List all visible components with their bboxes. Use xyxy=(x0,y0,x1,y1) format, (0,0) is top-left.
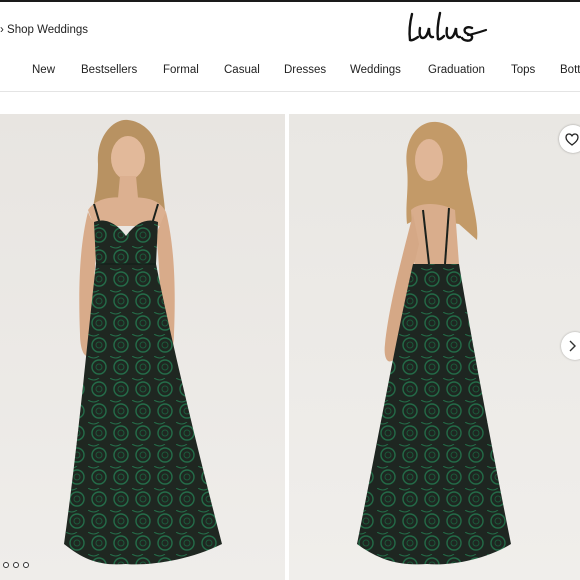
header-divider xyxy=(0,91,580,92)
heart-icon xyxy=(565,132,579,146)
shop-weddings-link[interactable]: › Shop Weddings xyxy=(0,24,88,36)
product-image-front[interactable] xyxy=(0,114,285,580)
promo-text: › Shop Weddings xyxy=(0,24,89,36)
nav-item-bestsellers[interactable]: Bestsellers xyxy=(81,64,137,76)
nav-item-tops[interactable]: Tops xyxy=(511,64,535,76)
nav-item-dresses[interactable]: Dresses xyxy=(284,64,326,76)
top-border xyxy=(0,0,580,2)
lulus-logo-mark: lulus xyxy=(408,11,488,42)
nav-item-weddings[interactable]: Weddings xyxy=(350,64,401,76)
lulus-logo[interactable]: lulus xyxy=(406,8,490,48)
gallery-pagination xyxy=(3,562,29,568)
favorite-button[interactable] xyxy=(559,125,580,153)
model-back-illustration xyxy=(289,114,580,580)
nav-item-formal[interactable]: Formal xyxy=(163,64,199,76)
nav-item-new[interactable]: New xyxy=(32,64,55,76)
gallery-dot-3[interactable] xyxy=(23,562,29,568)
product-image-back[interactable] xyxy=(289,114,580,580)
main-nav: New Bestsellers Formal Casual Dresses We… xyxy=(0,64,580,82)
nav-item-graduation[interactable]: Graduation xyxy=(428,64,485,76)
nav-item-casual[interactable]: Casual xyxy=(224,64,260,76)
chevron-right-icon xyxy=(569,340,576,352)
nav-item-bottoms[interactable]: Bott xyxy=(560,64,580,76)
gallery-dot-2[interactable] xyxy=(13,562,19,568)
gallery-dot-1[interactable] xyxy=(3,562,9,568)
model-front-illustration xyxy=(0,114,285,580)
